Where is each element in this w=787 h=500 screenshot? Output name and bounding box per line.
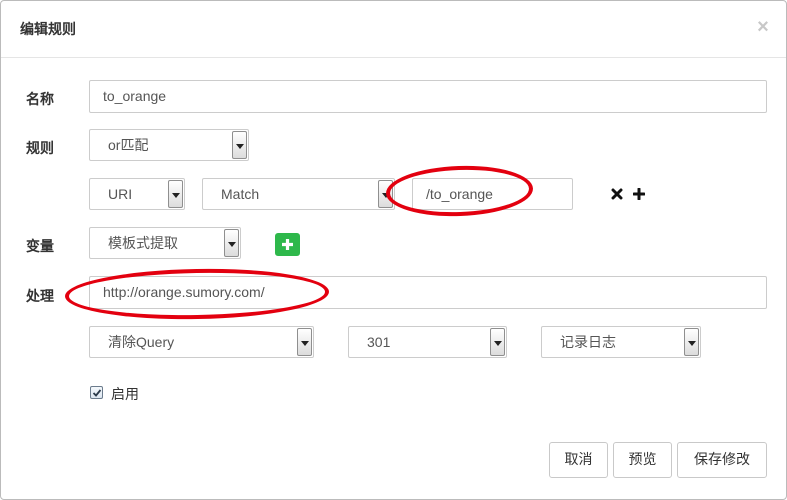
chevron-down-icon bbox=[378, 180, 393, 208]
cancel-button[interactable]: 取消 bbox=[549, 442, 608, 478]
chevron-down-icon bbox=[684, 328, 699, 356]
condition-type-value: URI bbox=[108, 186, 133, 202]
name-label: 名称 bbox=[26, 92, 54, 108]
status-code-select[interactable]: 301 bbox=[348, 326, 507, 358]
chevron-down-icon bbox=[297, 328, 312, 356]
name-input[interactable]: to_orange bbox=[89, 80, 767, 113]
dialog-header: 编辑规则 × bbox=[1, 1, 786, 58]
enable-checkbox[interactable] bbox=[90, 386, 103, 399]
variable-extract-value: 模板式提取 bbox=[108, 235, 178, 251]
close-icon[interactable]: × bbox=[753, 15, 773, 39]
chevron-down-icon bbox=[224, 229, 239, 257]
status-code-value: 301 bbox=[367, 334, 391, 350]
times-icon[interactable] bbox=[609, 185, 625, 203]
condition-operator-select[interactable]: Match bbox=[202, 178, 395, 210]
chevron-down-icon bbox=[490, 328, 505, 356]
dialog-title: 编辑规则 bbox=[20, 22, 76, 38]
log-option-value: 记录日志 bbox=[560, 334, 616, 350]
enable-label: 启用 bbox=[111, 387, 139, 403]
query-option-value: 清除Query bbox=[108, 334, 175, 350]
handle-url-input[interactable]: http://orange.sumory.com/ bbox=[89, 276, 767, 309]
save-button[interactable]: 保存修改 bbox=[677, 442, 767, 478]
variable-extract-select[interactable]: 模板式提取 bbox=[89, 227, 241, 259]
variable-label: 变量 bbox=[26, 239, 54, 255]
plus-icon[interactable] bbox=[631, 185, 647, 203]
plus-icon bbox=[282, 239, 293, 250]
condition-type-select[interactable]: URI bbox=[89, 178, 185, 210]
chevron-down-icon bbox=[168, 180, 183, 208]
query-option-select[interactable]: 清除Query bbox=[89, 326, 314, 358]
checkmark-icon bbox=[92, 389, 102, 397]
edit-rule-dialog: 编辑规则 × 名称 to_orange 规则 or匹配 URI Match /t… bbox=[0, 0, 787, 500]
rule-match-value: or匹配 bbox=[108, 137, 149, 153]
rule-label: 规则 bbox=[26, 141, 54, 157]
add-variable-button[interactable] bbox=[275, 233, 300, 256]
rule-match-select[interactable]: or匹配 bbox=[89, 129, 249, 161]
chevron-down-icon bbox=[232, 131, 247, 159]
condition-operator-value: Match bbox=[221, 186, 260, 202]
log-option-select[interactable]: 记录日志 bbox=[541, 326, 701, 358]
preview-button[interactable]: 预览 bbox=[613, 442, 672, 478]
handle-label: 处理 bbox=[26, 289, 54, 305]
condition-value-input[interactable]: /to_orange bbox=[412, 178, 573, 210]
